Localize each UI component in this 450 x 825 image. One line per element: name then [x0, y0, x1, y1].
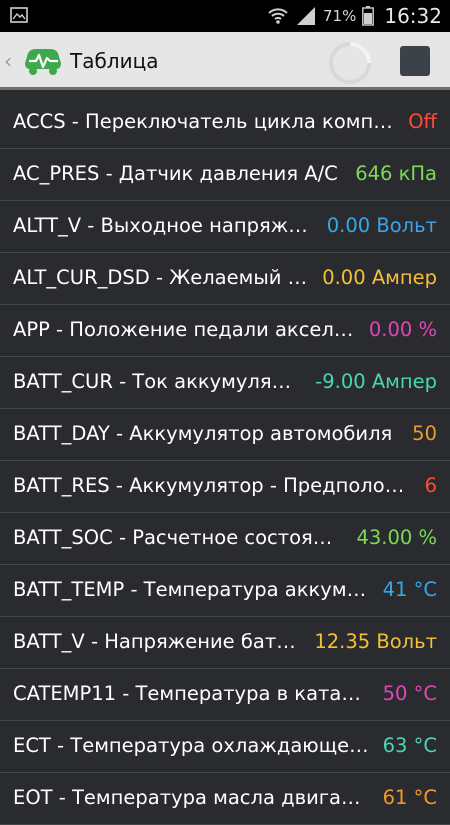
parameter-name: BATT_DAY - Аккумулятор автомобиля: [13, 422, 393, 445]
stop-button[interactable]: [400, 46, 430, 76]
signal-icon: [297, 7, 316, 25]
parameter-name: ALTT_V - Выходное напряжение: [13, 214, 313, 237]
parameter-name: BATT_TEMP - Температура аккумулятора: [13, 578, 369, 601]
parameter-name: ECT - Температура охлаждающей жидкости: [13, 734, 369, 757]
parameter-value: 43.00 %: [356, 526, 437, 549]
list-item[interactable]: CATEMP11 - Температура в катализаторе 50…: [0, 669, 450, 721]
parameter-value: Off: [408, 110, 437, 133]
list-item[interactable]: BATT_TEMP - Температура аккумулятора 41 …: [0, 565, 450, 617]
parameter-name: BATT_CUR - Ток аккумулятора: [13, 370, 301, 393]
list-item[interactable]: EOT - Температура масла двигателя 61 °C: [0, 773, 450, 825]
parameter-name: APP - Положение педали акселератора: [13, 318, 355, 341]
list-item[interactable]: BATT_DAY - Аккумулятор автомобиля 50: [0, 409, 450, 461]
parameter-value: 646 кПа: [355, 162, 437, 185]
clock: 16:32: [384, 4, 442, 28]
gallery-icon: [10, 7, 28, 23]
parameter-value: 0.00 %: [368, 318, 437, 341]
parameter-value: 0.00 Вольт: [326, 214, 437, 237]
battery-percent: 71%: [323, 7, 357, 25]
list-item[interactable]: ECT - Температура охлаждающей жидкости 6…: [0, 721, 450, 773]
parameter-value: -9.00 Ампер: [315, 370, 437, 393]
parameter-value: 50 °C: [382, 682, 437, 705]
parameter-value: 50: [412, 422, 437, 445]
page-title: Таблица: [70, 49, 159, 73]
parameter-name: BATT_V - Напряжение батареи: [13, 630, 300, 653]
list-item[interactable]: ALT_CUR_DSD - Желаемый ток 0.00 Ампер: [0, 253, 450, 305]
parameter-name: CATEMP11 - Температура в катализаторе: [13, 682, 369, 705]
parameter-value: 0.00 Ампер: [322, 266, 437, 289]
parameter-name: BATT_SOC - Расчетное состояние: [13, 526, 342, 549]
parameter-value: 63 °C: [382, 734, 437, 757]
wifi-icon: [268, 8, 288, 24]
parameter-value: 61 °C: [382, 786, 437, 809]
loading-spinner-icon: [329, 42, 371, 84]
parameter-value: 41 °C: [382, 578, 437, 601]
action-bar: ‹ Таблица: [0, 32, 450, 90]
parameter-name: AC_PRES - Датчик давления А/С: [13, 162, 338, 185]
parameter-name: EOT - Температура масла двигателя: [13, 786, 369, 809]
app-logo-icon[interactable]: [22, 43, 64, 77]
parameter-value: 6: [424, 474, 437, 497]
list-item[interactable]: BATT_SOC - Расчетное состояние 43.00 %: [0, 513, 450, 565]
list-item[interactable]: BATT_RES - Аккумулятор - Предположение 6: [0, 461, 450, 513]
list-item[interactable]: APP - Положение педали акселератора 0.00…: [0, 305, 450, 357]
list-item[interactable]: ALTT_V - Выходное напряжение 0.00 Вольт: [0, 201, 450, 253]
parameter-value: 12.35 Вольт: [314, 630, 437, 653]
list-item[interactable]: BATT_V - Напряжение батареи 12.35 Вольт: [0, 617, 450, 669]
list-item[interactable]: BATT_CUR - Ток аккумулятора -9.00 Ампер: [0, 357, 450, 409]
status-bar: 71% 16:32: [0, 0, 450, 32]
back-chevron-icon[interactable]: ‹: [4, 49, 12, 73]
list-item[interactable]: AC_PRES - Датчик давления А/С 646 кПа: [0, 149, 450, 201]
parameter-name: ALT_CUR_DSD - Желаемый ток: [13, 266, 308, 289]
parameter-name: ACCS - Переключатель цикла компрессора: [13, 110, 394, 133]
parameter-name: BATT_RES - Аккумулятор - Предположение: [13, 474, 411, 497]
battery-icon: [362, 6, 375, 26]
list-item[interactable]: ACCS - Переключатель цикла компрессора O…: [0, 97, 450, 149]
